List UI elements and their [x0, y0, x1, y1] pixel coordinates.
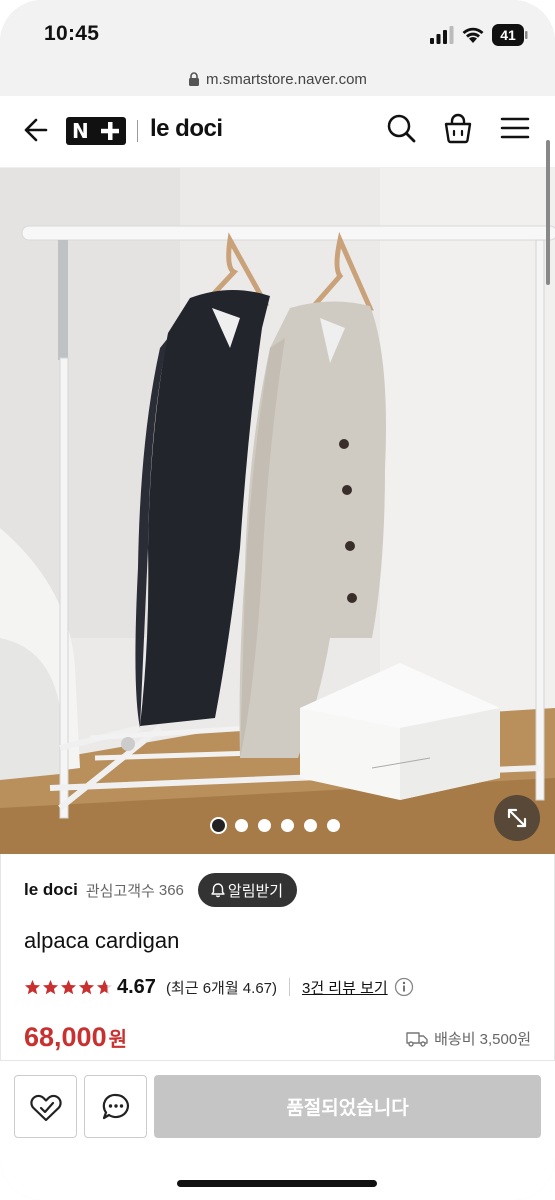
lock-icon	[189, 72, 200, 86]
carousel-dots[interactable]	[212, 819, 340, 832]
expand-icon	[507, 808, 527, 828]
signal-icon	[430, 26, 454, 44]
price-row: 68,000 원	[24, 1022, 127, 1053]
logo-letter: N	[72, 119, 89, 143]
info-icon[interactable]	[394, 977, 414, 997]
star-icon	[97, 979, 112, 994]
bell-icon	[211, 883, 225, 898]
store-info-row: le doci 관심고객수 366 알림받기	[24, 873, 298, 907]
scroll-indicator	[546, 140, 550, 285]
shipping-info: 배송비 3,500원	[406, 1028, 531, 1049]
star-icon	[61, 979, 76, 994]
star-icon	[43, 979, 58, 994]
carousel-dot[interactable]	[235, 819, 248, 832]
followers-label: 관심고객수	[85, 882, 155, 900]
url-text: m.smartstore.naver.com	[206, 70, 367, 88]
naver-plus-logo[interactable]: N	[66, 117, 126, 145]
carousel-dot[interactable]	[304, 819, 317, 832]
star-rating	[24, 979, 113, 996]
carousel-dot[interactable]	[258, 819, 271, 832]
store-name-header[interactable]: le doci	[150, 115, 223, 143]
product-image[interactable]	[0, 168, 555, 854]
followers-count: 366	[158, 881, 184, 899]
search-icon[interactable]	[386, 113, 416, 143]
carousel-dot[interactable]	[281, 819, 294, 832]
chat-bubble-icon	[102, 1093, 129, 1119]
bottom-action-bar: 품절되었습니다	[0, 1060, 555, 1200]
status-bar: 10:45 41	[0, 0, 555, 62]
star-icon	[25, 979, 40, 994]
store-name[interactable]: le doci	[24, 880, 78, 900]
truck-icon	[406, 1031, 428, 1047]
product-title: alpaca cardigan	[24, 928, 180, 953]
soldout-button[interactable]: 품절되었습니다	[154, 1075, 541, 1138]
wifi-icon	[462, 27, 484, 43]
cart-icon[interactable]	[443, 112, 473, 144]
carousel-dot[interactable]	[327, 819, 340, 832]
price-unit: 원	[108, 1029, 127, 1051]
back-icon[interactable]	[20, 116, 48, 144]
status-time: 10:45	[44, 22, 100, 45]
star-icon	[79, 979, 94, 994]
price-value: 68,000	[24, 1022, 107, 1052]
phone-screen: 10:45 41 m.smartstore.naver.com N le doc…	[0, 0, 555, 1200]
rating-value: 4.67	[117, 975, 156, 998]
wishlist-button[interactable]	[14, 1075, 77, 1138]
header-divider	[137, 120, 138, 142]
battery-level: 41	[500, 27, 516, 43]
carousel-dot[interactable]	[212, 819, 225, 832]
notify-button[interactable]: 알림받기	[197, 873, 298, 907]
shipping-fee: 배송비 3,500원	[434, 1031, 531, 1048]
menu-icon[interactable]	[500, 116, 530, 140]
recent-rating: (최근 6개월 4.67)	[165, 979, 277, 997]
plus-icon	[101, 122, 119, 140]
rating-divider	[289, 978, 290, 996]
notify-label: 알림받기	[227, 882, 284, 900]
store-header: N le doci	[0, 96, 555, 168]
home-indicator[interactable]	[177, 1180, 377, 1187]
talk-button[interactable]	[84, 1075, 147, 1138]
address-bar[interactable]: m.smartstore.naver.com	[0, 62, 555, 96]
battery-icon: 41	[492, 24, 528, 46]
reviews-link[interactable]: 3건 리뷰 보기	[302, 977, 388, 998]
rating-row: 4.67 (최근 6개월 4.67) 3건 리뷰 보기	[24, 974, 414, 1000]
expand-image-button[interactable]	[494, 795, 540, 841]
heart-check-icon	[29, 1094, 62, 1121]
